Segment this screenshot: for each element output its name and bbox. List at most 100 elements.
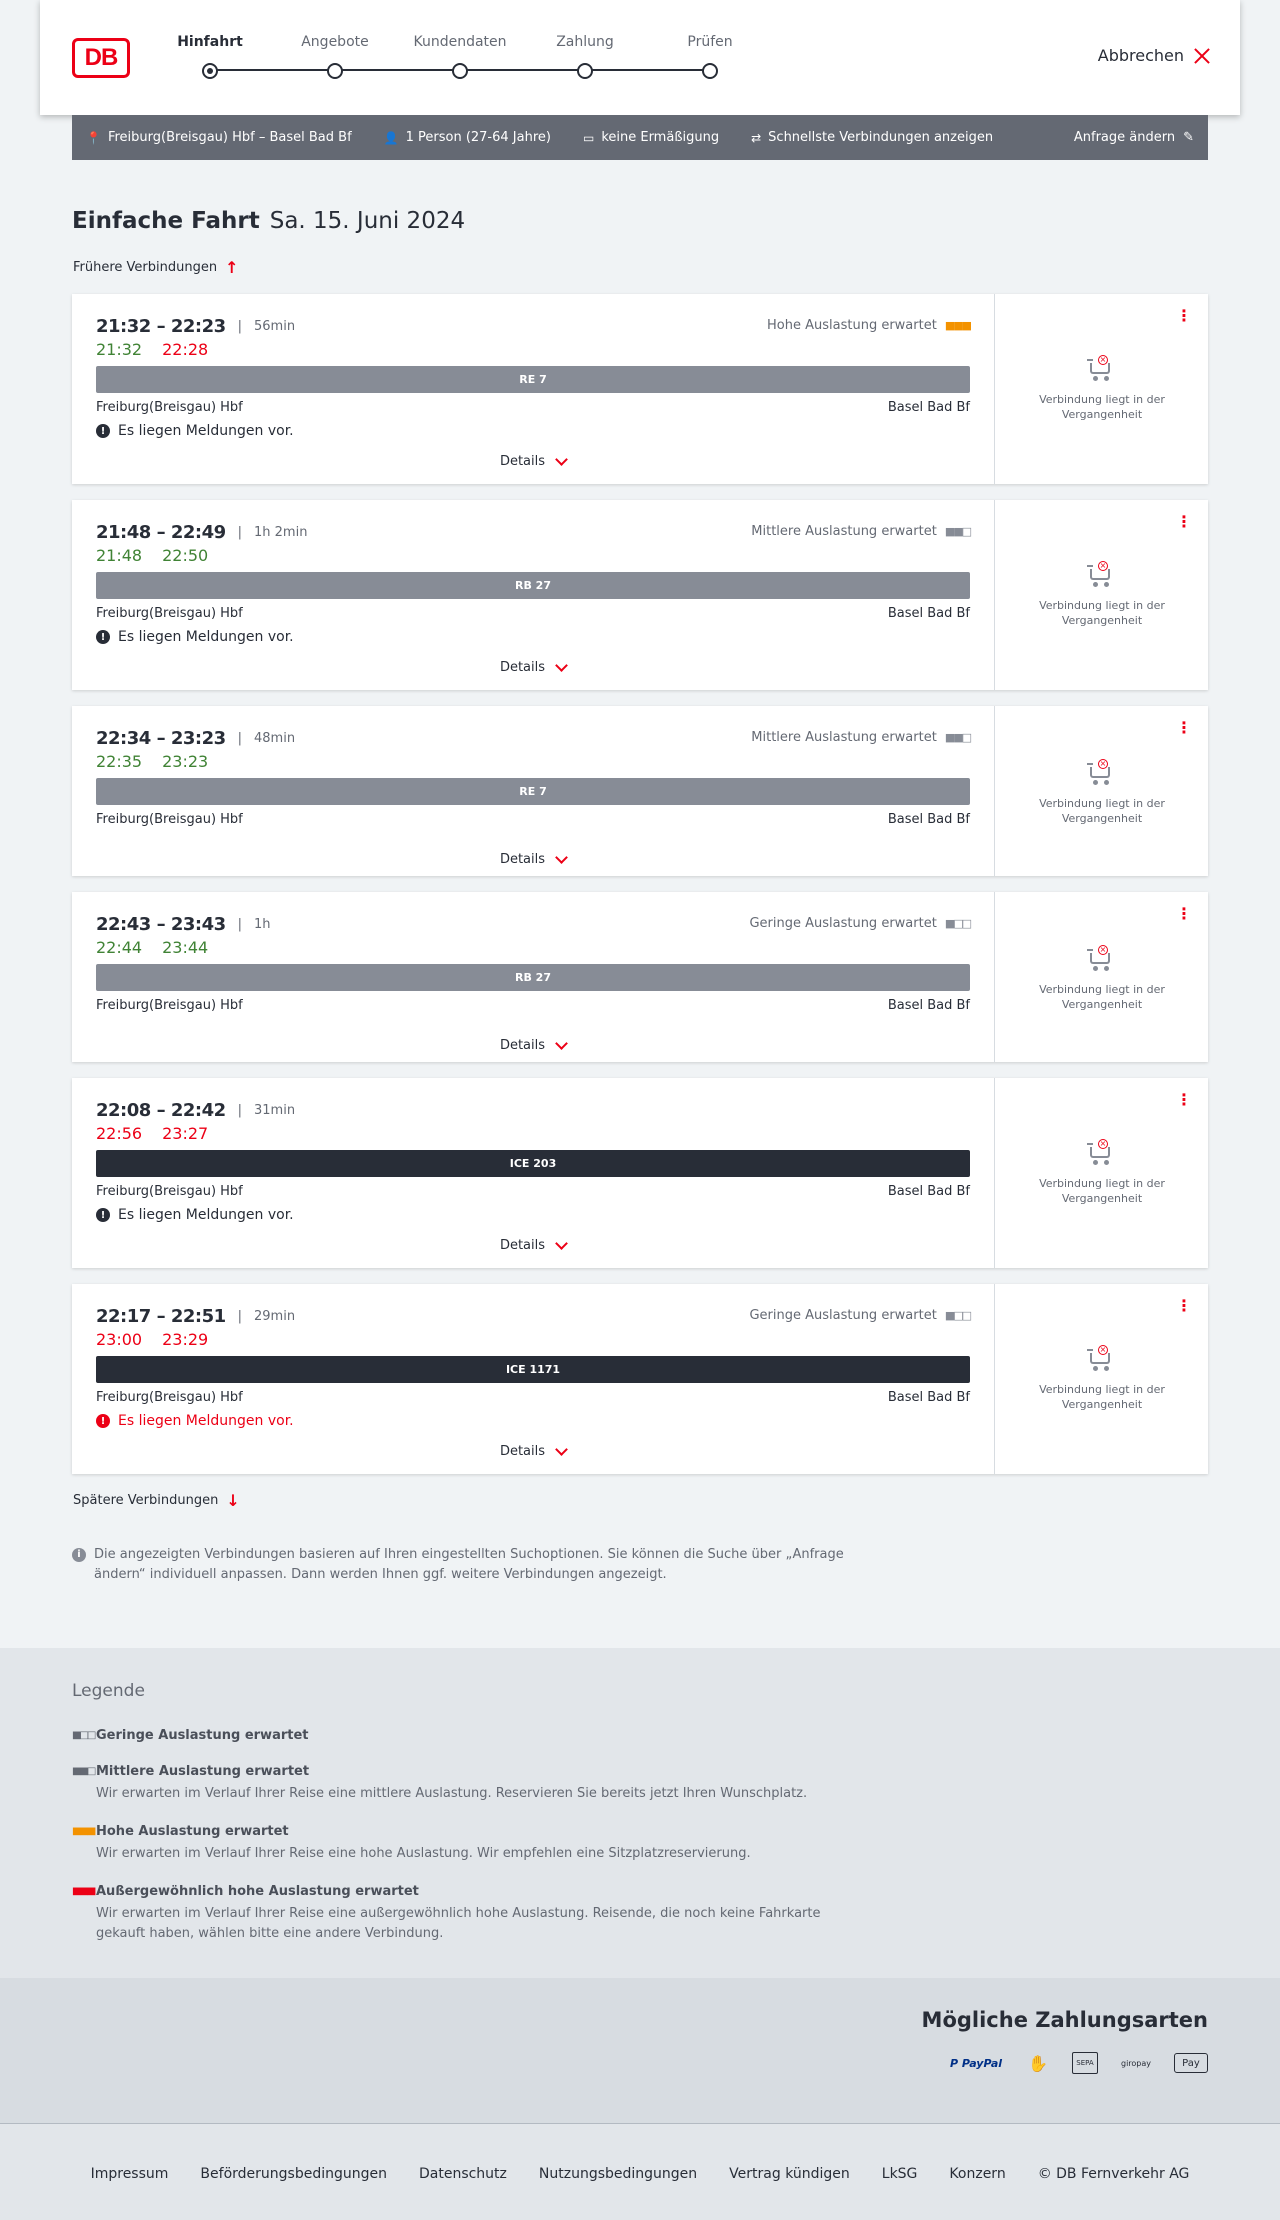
train-bar[interactable]: RE 7 — [96, 366, 970, 393]
connection-card[interactable]: 22:08 – 22:42 31min 22:56 23:27 ICE 203 Fr… — [72, 1078, 1208, 1268]
occupancy-medium-icon: ■■□ — [944, 731, 972, 744]
apple-pay-icon: Pay — [1174, 2053, 1208, 2073]
more-options-icon[interactable]: ⋮ — [1176, 906, 1192, 922]
footer-link-nutzungsbedingungen[interactable]: Nutzungsbedingungen — [539, 2166, 697, 2182]
occupancy-label: Mittlere Auslastung erwartet — [751, 524, 937, 539]
details-toggle[interactable]: Details — [72, 452, 994, 469]
legend-item: ■■■ Außergewöhnlich hohe Auslastung erwar… — [72, 1884, 852, 1944]
discount-text: keine Ermäßigung — [601, 130, 720, 145]
past-connection-text: Verbindung liegt in der Vergangenheit — [1039, 393, 1165, 421]
origin-station: Freiburg(Breisgau) Hbf — [96, 1184, 243, 1199]
more-options-icon[interactable]: ⋮ — [1176, 720, 1192, 736]
cancel-label: Abbrechen — [1097, 46, 1184, 65]
more-options-icon[interactable]: ⋮ — [1176, 514, 1192, 530]
origin-station: Freiburg(Breisgau) Hbf — [96, 998, 243, 1013]
booking-panel: ⋮ × Verbindung liegt in der Vergangenhei… — [994, 892, 1208, 1062]
more-options-icon[interactable]: ⋮ — [1176, 1298, 1192, 1314]
chevron-down-icon — [555, 1442, 568, 1456]
details-toggle[interactable]: Details — [72, 1036, 994, 1053]
cart-unavailable-icon: × — [1087, 1345, 1117, 1372]
realtime-departure: 21:48 — [96, 546, 143, 565]
booking-panel: ⋮ × Verbindung liegt in der Vergangenhei… — [994, 1078, 1208, 1268]
connection-card[interactable]: 21:32 – 22:23 56min 21:32 22:28 Hohe Ausla… — [72, 294, 1208, 484]
footer-link-befoerderungsbedingungen[interactable]: Beförderungsbedingungen — [200, 2166, 387, 2182]
realtime-arrival: 23:23 — [162, 752, 209, 771]
duration: 29min — [238, 1309, 295, 1324]
hand-payment-icon: ✋ — [1028, 2053, 1048, 2073]
train-bar[interactable]: RB 27 — [96, 572, 970, 599]
footer-link-datenschutz[interactable]: Datenschutz — [419, 2166, 507, 2182]
connection-card[interactable]: 22:43 – 23:43 1h 22:44 23:44 Geringe Ausla… — [72, 892, 1208, 1062]
train-bar[interactable]: ICE 1171 — [96, 1356, 970, 1383]
route-summary: 📍 Freiburg(Breisgau) Hbf – Basel Bad Bf — [86, 130, 352, 145]
origin-station: Freiburg(Breisgau) Hbf — [96, 1390, 243, 1405]
train-bar[interactable]: ICE 203 — [96, 1150, 970, 1177]
origin-station: Freiburg(Breisgau) Hbf — [96, 812, 243, 827]
db-logo[interactable]: DB — [72, 38, 130, 78]
occupancy-low-icon: ■□□ — [72, 1730, 96, 1741]
sepa-icon: SEPA — [1072, 2052, 1098, 2074]
chevron-down-icon — [555, 850, 568, 864]
step-label: Hinfahrt — [177, 34, 243, 50]
chevron-down-icon — [555, 1236, 568, 1250]
realtime-departure: 23:00 — [96, 1330, 143, 1349]
earlier-connections-link[interactable]: Frühere Verbindungen ↑ — [73, 258, 239, 277]
details-toggle[interactable]: Details — [72, 1442, 994, 1459]
realtime-arrival: 23:29 — [162, 1330, 209, 1349]
message-text: Es liegen Meldungen vor. — [118, 1413, 294, 1429]
footer-link-impressum[interactable]: Impressum — [91, 2166, 169, 2182]
scheduled-times: 22:08 – 22:42 31min — [96, 1100, 295, 1121]
step-dot — [452, 63, 468, 79]
occupancy-medium-icon: ■■□ — [944, 525, 972, 538]
more-options-icon[interactable]: ⋮ — [1176, 1092, 1192, 1108]
footer-link-konzern[interactable]: Konzern — [949, 2166, 1005, 2182]
details-toggle[interactable]: Details — [72, 850, 994, 867]
exclamation-icon: ! — [96, 1208, 110, 1222]
train-bar[interactable]: RE 7 — [96, 778, 970, 805]
realtime-times: 23:00 23:29 — [96, 1330, 208, 1349]
legend-item-title: Geringe Auslastung erwartet — [96, 1728, 309, 1743]
past-connection-text: Verbindung liegt in der Vergangenheit — [1039, 1177, 1165, 1205]
connection-card[interactable]: 22:17 – 22:51 29min 23:00 23:29 Geringe Au… — [72, 1284, 1208, 1474]
connection-card[interactable]: 22:34 – 23:23 48min 22:35 23:23 Mittlere A… — [72, 706, 1208, 876]
cart-unavailable-icon: × — [1087, 759, 1117, 786]
past-connection-notice: × Verbindung liegt in der Vergangenheit — [995, 945, 1209, 1012]
step-kundendaten: Kundendaten — [405, 34, 515, 79]
message-text: Es liegen Meldungen vor. — [118, 1207, 294, 1223]
details-toggle[interactable]: Details — [72, 1236, 994, 1253]
occupancy-high-icon: ■■■ — [944, 319, 972, 332]
details-toggle[interactable]: Details — [72, 658, 994, 675]
step-dot — [702, 63, 718, 79]
step-dot — [202, 63, 218, 79]
persons-summary: 👤 1 Person (27-64 Jahre) — [384, 130, 551, 145]
later-connections-link[interactable]: Spätere Verbindungen ↓ — [73, 1491, 240, 1510]
message-notice: ! Es liegen Meldungen vor. — [96, 423, 294, 439]
more-options-icon[interactable]: ⋮ — [1176, 308, 1192, 324]
occupancy-label: Mittlere Auslastung erwartet — [751, 730, 937, 745]
occupancy-indicator: Geringe Auslastung erwartet ■□□ — [749, 916, 972, 931]
scheduled-times: 22:17 – 22:51 29min — [96, 1306, 295, 1327]
train-bar[interactable]: RB 27 — [96, 964, 970, 991]
swap-arrows-icon: ⇄ — [751, 130, 762, 145]
footer-link-vertrag-kuendigen[interactable]: Vertrag kündigen — [729, 2166, 850, 2182]
destination-station: Basel Bad Bf — [887, 812, 970, 827]
time-range: 22:17 – 22:51 — [96, 1306, 226, 1327]
footer-link-lksg[interactable]: LkSG — [882, 2166, 918, 2182]
cart-unavailable-icon: × — [1087, 1139, 1117, 1166]
realtime-arrival: 23:27 — [162, 1124, 209, 1143]
occupancy-label: Geringe Auslastung erwartet — [749, 1308, 937, 1323]
trip-type: Einfache Fahrt — [72, 208, 260, 234]
connection-card[interactable]: 21:48 – 22:49 1h 2min 21:48 22:50 Mittlere… — [72, 500, 1208, 690]
edit-request-button[interactable]: Anfrage ändern ✎ — [1074, 130, 1194, 145]
cancel-button[interactable]: Abbrechen — [1098, 46, 1210, 65]
details-label: Details — [499, 1038, 546, 1053]
duration: 1h 2min — [238, 525, 307, 540]
step-label: Kundendaten — [413, 34, 507, 50]
occupancy-low-icon: ■□□ — [944, 917, 972, 930]
cart-unavailable-icon: × — [1087, 355, 1117, 382]
realtime-arrival: 22:50 — [162, 546, 209, 565]
destination-station: Basel Bad Bf — [887, 400, 970, 415]
connection-main: 22:17 – 22:51 29min 23:00 23:29 Geringe Au… — [72, 1284, 994, 1474]
details-label: Details — [499, 454, 546, 469]
realtime-departure: 22:35 — [96, 752, 143, 771]
